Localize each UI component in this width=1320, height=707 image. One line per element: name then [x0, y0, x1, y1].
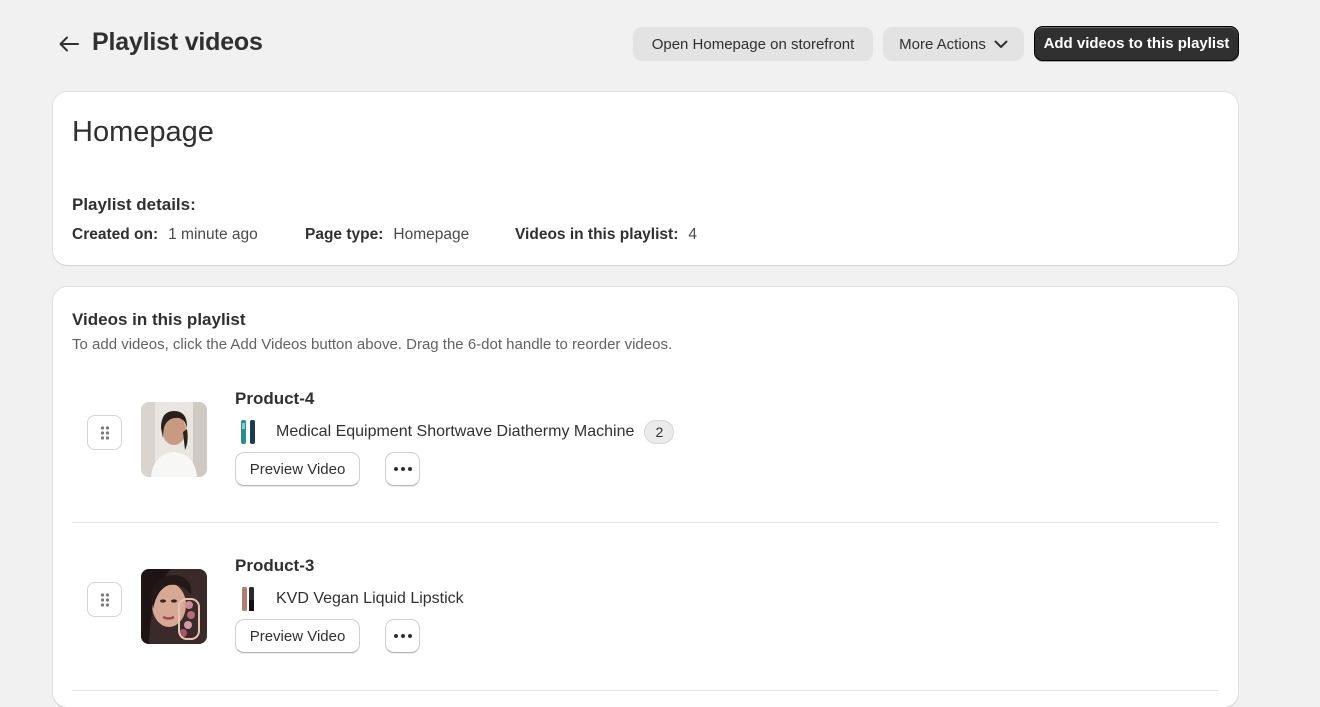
divider	[72, 522, 1219, 523]
more-actions-button[interactable]: More Actions	[883, 27, 1024, 61]
open-storefront-button[interactable]: Open Homepage on storefront	[633, 27, 873, 61]
preview-video-button[interactable]: Preview Video	[235, 619, 360, 653]
details-row: Created on: 1 minute ago Page type: Home…	[72, 226, 697, 244]
details-heading: Playlist details:	[72, 195, 196, 214]
videos-heading: Videos in this playlist	[72, 310, 246, 329]
video-list-item: Product-4 Medical Equipment Shortwave Di…	[53, 381, 1238, 521]
drag-dots-icon	[100, 425, 109, 440]
product-name: KVD Vegan Liquid Lipstick	[276, 590, 464, 607]
created-on-label: Created on:	[72, 226, 159, 243]
drag-handle[interactable]	[87, 415, 122, 450]
product-row: KVD Vegan Liquid Lipstick	[235, 586, 464, 612]
product-row: Medical Equipment Shortwave Diathermy Ma…	[235, 419, 675, 445]
product-count-badge: 2	[644, 420, 675, 444]
ellipsis-icon	[393, 467, 412, 471]
video-title: Product-4	[235, 389, 315, 408]
product-name: Medical Equipment Shortwave Diathermy Ma…	[276, 423, 635, 440]
preview-video-button[interactable]: Preview Video	[235, 452, 360, 486]
more-actions-label: More Actions	[899, 35, 986, 53]
videos-subtitle: To add videos, click the Add Videos butt…	[72, 336, 673, 353]
divider	[72, 690, 1219, 691]
product-image	[235, 586, 261, 612]
video-thumbnail[interactable]	[141, 569, 207, 644]
video-options-button[interactable]	[385, 619, 420, 653]
video-count-detail: Videos in this playlist: 4	[515, 226, 697, 244]
video-title: Product-3	[235, 556, 315, 575]
video-options-button[interactable]	[385, 452, 420, 486]
back-button[interactable]	[56, 30, 82, 58]
drag-handle[interactable]	[87, 582, 122, 617]
chevron-down-icon	[994, 40, 1008, 48]
videos-card: Videos in this playlist To add videos, c…	[53, 287, 1238, 707]
video-thumbnail[interactable]	[141, 402, 207, 477]
page-type-label: Page type:	[305, 226, 384, 243]
created-on-detail: Created on: 1 minute ago	[72, 226, 305, 244]
video-count-label: Videos in this playlist:	[515, 226, 679, 243]
playlist-name: Homepage	[72, 116, 214, 148]
video-count-value: 4	[688, 226, 697, 243]
page-header: Playlist videos Open Homepage on storefr…	[0, 0, 1320, 90]
playlist-details-card: Homepage Playlist details: Created on: 1…	[53, 92, 1238, 265]
drag-dots-icon	[100, 592, 109, 607]
ellipsis-icon	[393, 634, 412, 638]
add-videos-button[interactable]: Add videos to this playlist	[1034, 26, 1239, 61]
product-image	[235, 419, 261, 445]
video-list-item: Product-3 KVD Vegan Liquid Lipstick Prev…	[53, 548, 1238, 688]
arrow-left-icon	[59, 36, 79, 52]
created-on-value: 1 minute ago	[168, 226, 258, 243]
page-type-value: Homepage	[393, 226, 470, 243]
page-title: Playlist videos	[92, 28, 263, 56]
page-type-detail: Page type: Homepage	[305, 226, 515, 244]
